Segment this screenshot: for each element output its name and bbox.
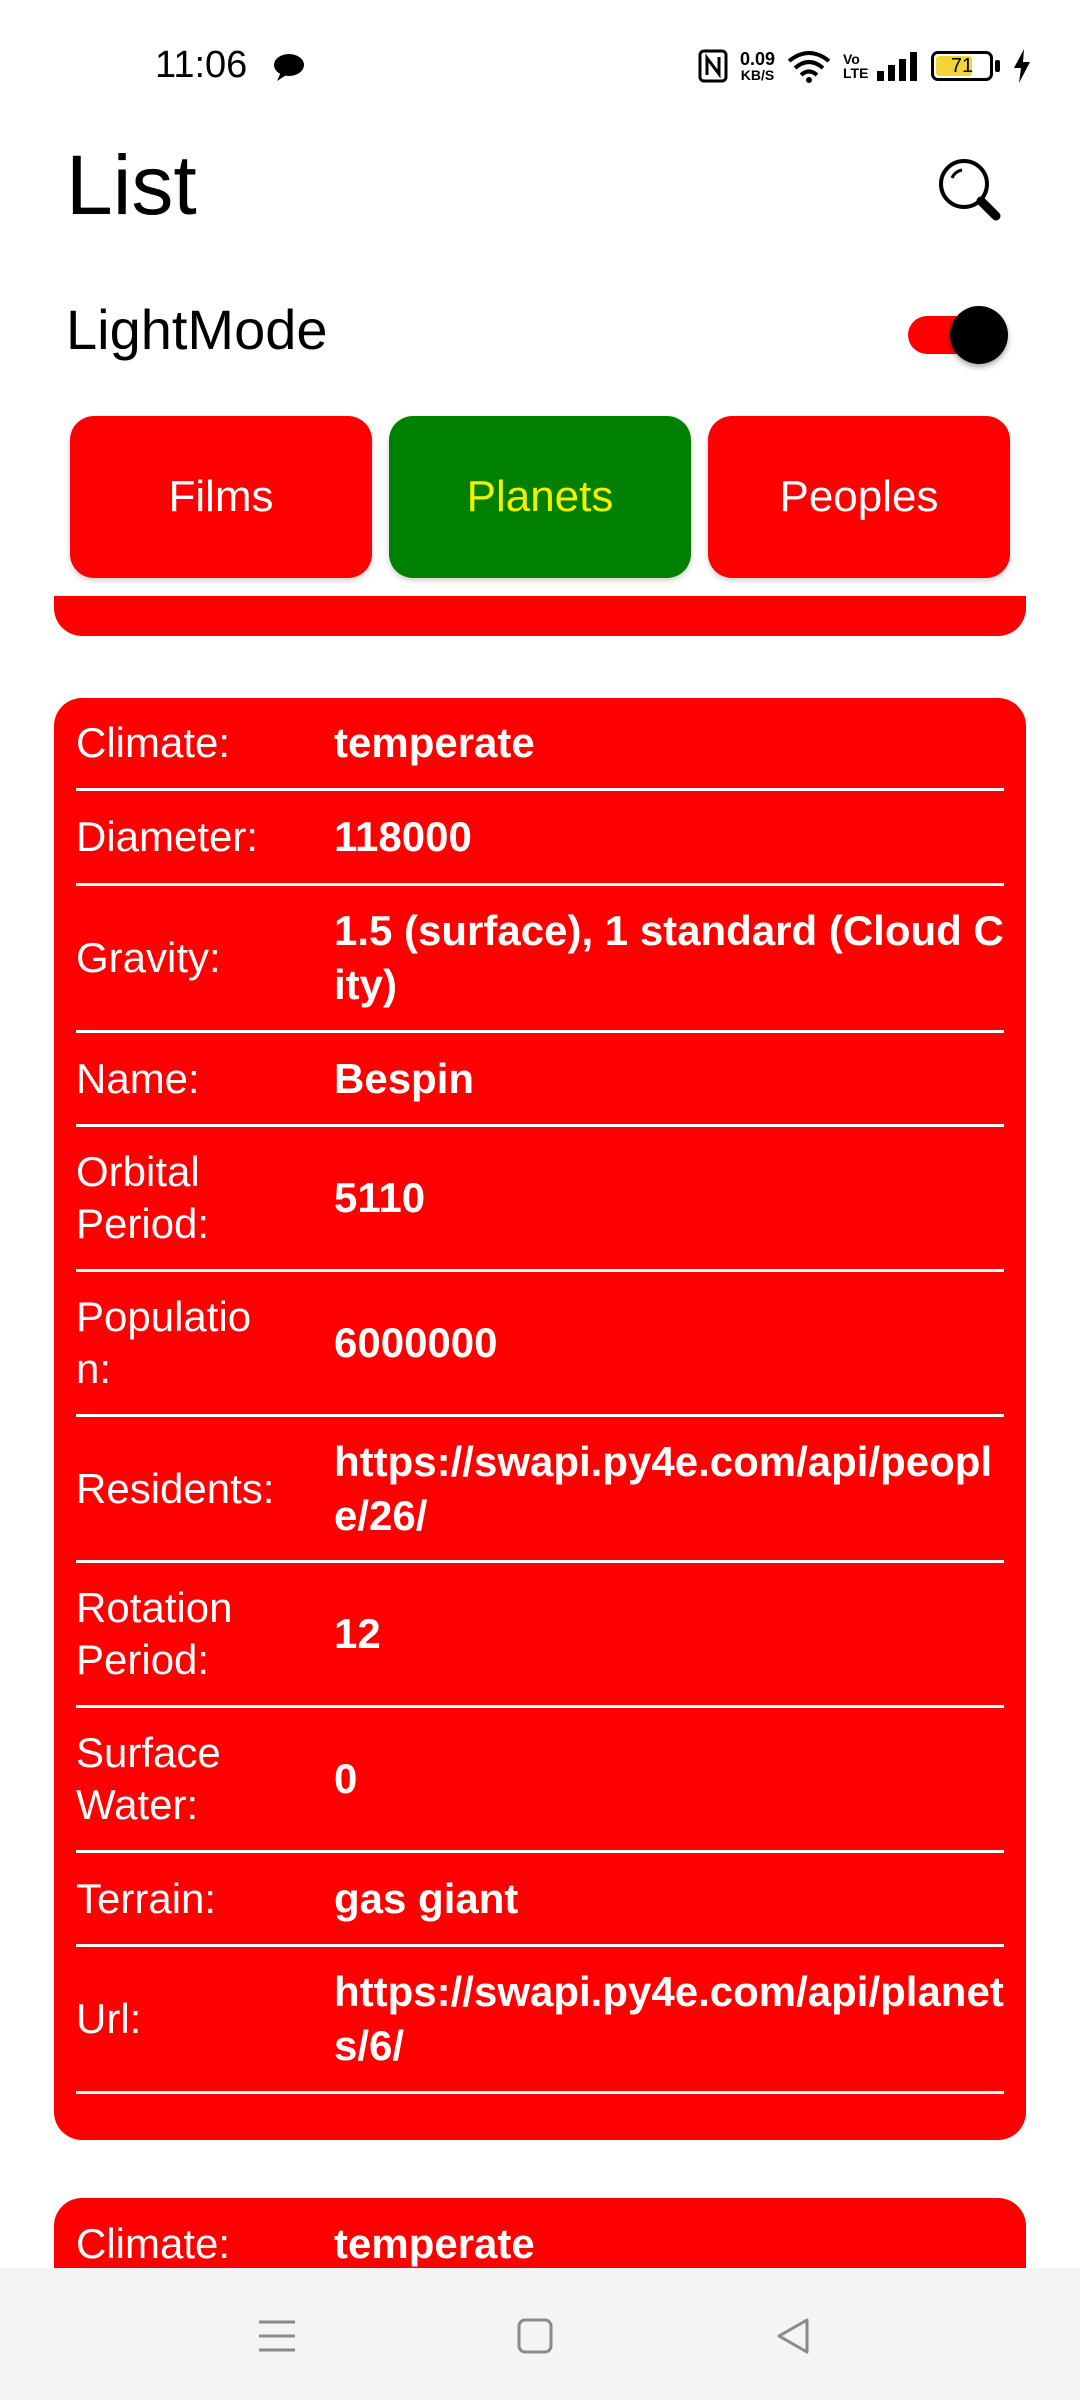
category-tabs: Films Planets Peoples [70, 416, 1010, 578]
wifi-icon [787, 51, 831, 83]
nfc-icon [698, 49, 728, 83]
row-value: temperate [334, 2220, 535, 2267]
home-icon[interactable] [505, 2306, 565, 2366]
row-value: Bespin [334, 1054, 475, 1102]
row-label: Rotation Period: [76, 1584, 233, 1683]
row-label: Climate: [76, 719, 231, 766]
row-value: 5110 [334, 1174, 426, 1221]
planet-row-diameter: Diameter: 118000 [76, 791, 1004, 886]
row-label: Terrain: [76, 1874, 217, 1922]
planet-row-orbital-period: Orbital Period: 5110 [76, 1127, 1004, 1272]
row-label: Climate: [76, 2220, 231, 2267]
search-icon[interactable] [930, 150, 1010, 230]
row-value: 118000 [334, 813, 472, 860]
light-mode-toggle[interactable] [906, 304, 1008, 366]
row-value: 12 [334, 1610, 381, 1657]
previous-planet-card [54, 596, 1026, 636]
planet-row-gravity: Gravity: 1.5 (surface), 1 standard (Clou… [76, 886, 1004, 1033]
next-planet-card: Climate: temperate [54, 2198, 1026, 2268]
battery-percent: 71 [950, 55, 974, 77]
planet-card: Climate: temperate Diameter: 118000 Grav… [54, 698, 1026, 2140]
planet-row-residents: Residents: https://swapi.py4e.com/api/pe… [76, 1417, 1004, 1563]
planet-row-terrain: Terrain: gas giant [76, 1853, 1004, 1947]
planet-row-population: Population: 6000000 [76, 1272, 1004, 1417]
network-speed-unit: KB/S [740, 67, 775, 83]
charging-icon [1014, 49, 1030, 83]
row-label: Diameter: [76, 813, 259, 860]
network-speed: 0.09 KB/S [740, 50, 775, 82]
planet-row-surface-water: Surface Water: 0 [76, 1708, 1004, 1853]
status-bar: 11:06 0.09 KB/S Vo LTE 71 [0, 0, 1080, 130]
row-value: gas giant [334, 1874, 519, 1922]
row-label: Url: [76, 1995, 142, 2042]
menu-icon[interactable] [247, 2306, 307, 2366]
chat-bubble-icon [274, 54, 304, 81]
light-mode-label: LightMode [66, 298, 328, 361]
row-value: https://swapi.py4e.com/api/planets/6/ [334, 1968, 1004, 2069]
row-value: 0 [334, 1755, 358, 1802]
signal-icon [877, 52, 917, 81]
volte-indicator: Vo LTE [843, 51, 869, 81]
planet-row-name: Name: Bespin [76, 1033, 1004, 1127]
row-label: Orbital Period: [76, 1148, 210, 1247]
row-value: 1.5 (surface), 1 standard (Cloud City) [334, 907, 1004, 1008]
system-nav-bar [0, 2268, 1080, 2400]
row-label: Surface Water: [76, 1729, 221, 1828]
toggle-thumb [950, 306, 1008, 364]
planet-row-url: Url: https://swapi.py4e.com/api/planets/… [76, 1947, 1004, 2094]
battery-tip [995, 60, 1000, 72]
tab-films[interactable]: Films [70, 416, 372, 578]
back-icon[interactable] [763, 2306, 823, 2366]
row-label: Population: [76, 1293, 252, 1392]
tab-planets[interactable]: Planets [389, 416, 691, 578]
planet-list[interactable]: Climate: temperate Diameter: 118000 Grav… [0, 596, 1080, 2268]
planet-row-rotation-period: Rotation Period: 12 [76, 1563, 1004, 1708]
row-value: 6000000 [334, 1319, 498, 1366]
row-label: Residents: [76, 1464, 275, 1512]
row-value: temperate [334, 719, 535, 766]
row-value: https://swapi.py4e.com/api/people/26/ [334, 1437, 993, 1539]
planet-row-climate: Climate: temperate [76, 2198, 1004, 2268]
tab-peoples[interactable]: Peoples [708, 416, 1010, 578]
row-label: Name: [76, 1054, 200, 1102]
network-speed-value: 0.09 [739, 49, 775, 69]
page-title: List [66, 138, 197, 232]
battery-icon: 71 [931, 51, 993, 81]
status-time: 11:06 [155, 44, 248, 86]
status-icons: 0.09 KB/S Vo LTE 71 [698, 44, 1032, 88]
row-label: Gravity: [76, 934, 221, 981]
planet-row-climate: Climate: temperate [76, 698, 1004, 791]
